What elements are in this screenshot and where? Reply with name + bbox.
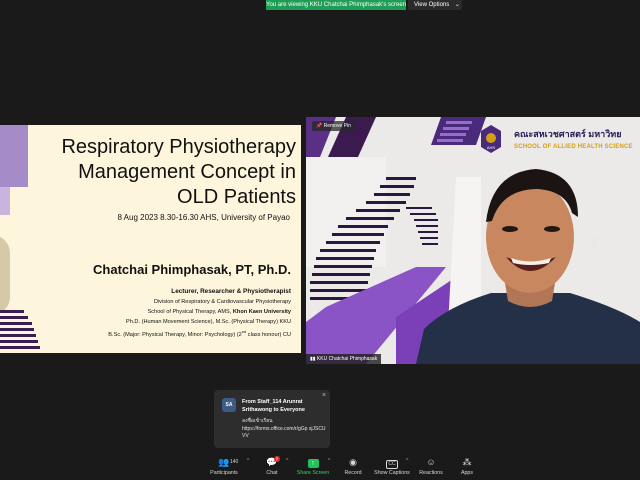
speaker-video[interactable]: AHS คณะสหเวชศาสตร์ มหาวิทย SCHOOL OF ALL…	[306, 117, 640, 364]
share-options-caret[interactable]: ^	[328, 458, 330, 464]
apps-button[interactable]: ⁂ Apps	[456, 457, 478, 476]
notification-message: ลงชื่อเข้าเรียน https://forms.office.com…	[242, 418, 326, 441]
reactions-icon: ☺	[426, 457, 436, 467]
remove-pin-label: Remove Pin	[323, 123, 351, 129]
slide-division: Division of Respiratory & Cardiovascular…	[153, 299, 291, 305]
slide-school: School of Physical Therapy, AMS, Khon Ka…	[147, 309, 291, 315]
pin-icon: 📌	[316, 123, 323, 129]
slide-title: Respiratory Physiotherapy Management Con…	[30, 135, 296, 210]
chat-options-caret[interactable]: ^	[286, 458, 288, 464]
slide-stripes-decoration	[0, 310, 40, 349]
view-options-label: View Options	[414, 2, 450, 8]
video-background-graphic	[306, 117, 640, 364]
record-button[interactable]: ◉ Record	[340, 457, 366, 476]
show-captions-label: Show Captions	[374, 470, 410, 476]
slide-phd: Ph.D. (Human Movement Science), M.Sc. (P…	[126, 319, 291, 325]
slide-title-line: Respiratory Physiotherapy	[61, 136, 296, 158]
view-options-button[interactable]: View Options ⌄	[408, 0, 462, 10]
slide-date: 8 Aug 2023 8.30-16.30 AHS, University of…	[117, 213, 290, 222]
slide-title-line: Management Concept in	[78, 161, 296, 183]
reactions-label: Reactions	[419, 470, 443, 476]
captions-options-caret[interactable]: ^	[406, 458, 408, 464]
participants-count: 140	[230, 459, 239, 465]
slide-role: Lecturer, Researcher & Physiotherapist	[171, 288, 291, 295]
apps-icon: ⁂	[462, 457, 472, 467]
faculty-name-thai: คณะสหเวชศาสตร์ มหาวิทย	[514, 129, 622, 139]
participants-button[interactable]: 👥 140 Participants	[204, 457, 244, 476]
participants-options-caret[interactable]: ^	[247, 458, 249, 464]
slide-bsc: B.Sc. (Major: Physical Therapy, Minor: P…	[108, 329, 291, 338]
share-screen-button[interactable]: ↑ Share Screen	[294, 457, 332, 476]
university-logo: AHS	[481, 125, 501, 153]
notification-message-line: ลงชื่อเข้าเรียน	[242, 418, 273, 424]
slide-title-line: OLD Patients	[177, 186, 296, 208]
participants-label: Participants	[210, 470, 238, 476]
chat-label: Chat	[266, 470, 278, 476]
slide-decoration-arc	[0, 235, 10, 315]
svg-text:AHS: AHS	[487, 145, 496, 150]
meeting-toolbar: 👥 140 Participants ^ 💬 2 Chat ^ ↑ Share …	[0, 455, 640, 480]
school-name-english: SCHOOL OF ALLIED HEALTH SCIENCE	[514, 144, 633, 150]
apps-label: Apps	[460, 470, 474, 476]
participant-name-tag: ▮▮ KKU Chatchai Phimphasak	[306, 354, 382, 364]
slide-decoration-purple	[0, 125, 28, 187]
avatar: SA	[222, 398, 236, 412]
viewing-screen-banner: You are viewing KKU Chatchai Phimphasak'…	[266, 0, 406, 10]
zoom-meeting-window: You are viewing KKU Chatchai Phimphasak'…	[0, 0, 640, 480]
remove-pin-button[interactable]: 📌 Remove Pin	[312, 121, 355, 131]
share-screen-label: Share Screen	[296, 470, 330, 476]
notification-sender: From Staff_114 Arunrat Srithawong to Eve…	[242, 399, 305, 413]
reactions-button[interactable]: ☺ Reactions	[416, 457, 446, 476]
record-icon: ◉	[349, 457, 357, 467]
notification-link[interactable]: https://forms.office.com/r/gGp sjJSCUVV	[242, 426, 326, 441]
record-label: Record	[344, 470, 362, 476]
shared-slide: Respiratory Physiotherapy Management Con…	[0, 125, 301, 353]
slide-author: Chatchai Phimphasak, PT, Ph.D.	[93, 262, 291, 277]
participant-name: KKU Chatchai Phimphasak	[316, 356, 378, 362]
chat-button[interactable]: 💬 2 Chat	[258, 456, 286, 476]
signal-icon: ▮▮	[310, 356, 316, 362]
chat-icon: 💬	[266, 457, 278, 467]
close-icon[interactable]: ×	[322, 392, 326, 400]
slide-credentials: Lecturer, Researcher & Physiotherapist D…	[60, 287, 291, 340]
share-screen-icon: ↑	[294, 457, 332, 468]
chevron-down-icon: ⌄	[454, 2, 460, 8]
chat-notification[interactable]: SA From Staff_114 Arunrat Srithawong to …	[214, 390, 330, 448]
